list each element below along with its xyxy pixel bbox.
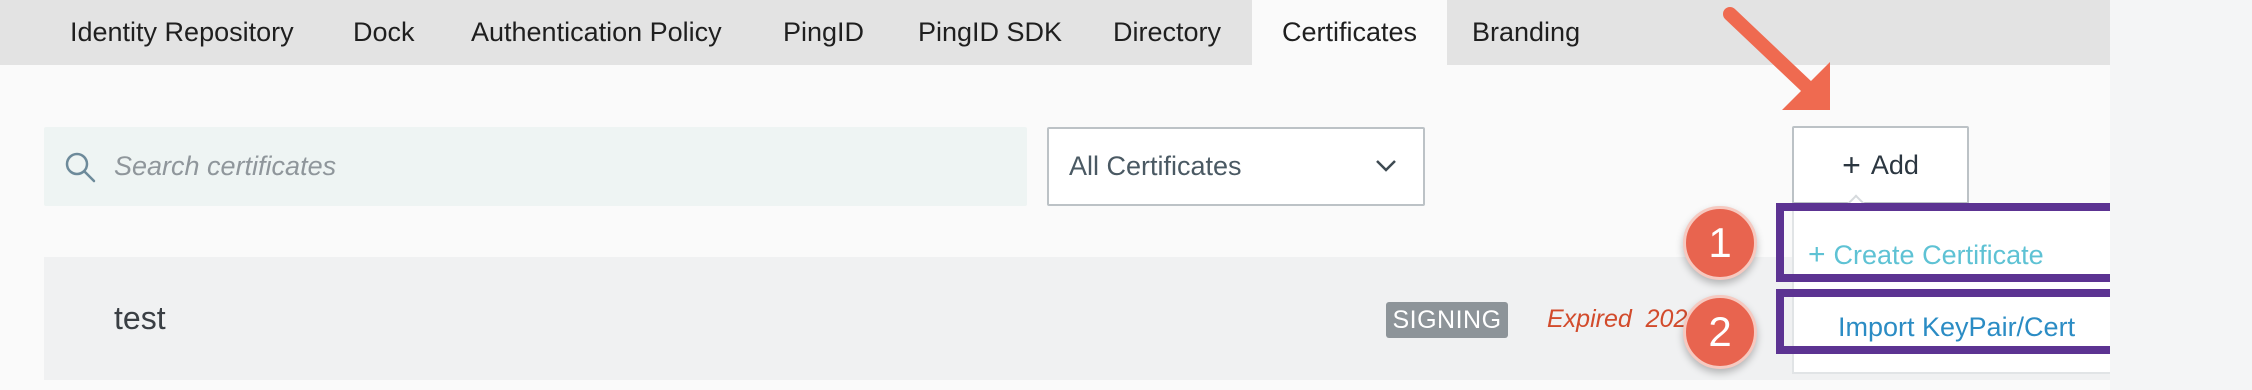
search-input[interactable]: [114, 127, 994, 206]
tab-pingid[interactable]: PingID: [783, 0, 864, 65]
plus-icon: +: [1808, 238, 1826, 271]
tab-branding[interactable]: Branding: [1472, 0, 1580, 65]
create-certificate-label: Create Certificate: [1833, 239, 2044, 270]
import-keypair-label: Import KeyPair/Cert: [1838, 311, 2076, 342]
certificate-type-badge: SIGNING: [1386, 302, 1508, 338]
plus-icon: +: [1842, 147, 1861, 183]
search-box: [44, 127, 1027, 206]
chevron-down-icon: [1376, 160, 1396, 172]
tab-certificates[interactable]: Certificates: [1252, 0, 1447, 65]
menu-item-create-certificate[interactable]: + Create Certificate: [1808, 227, 2044, 283]
menu-item-import-keypair[interactable]: Import KeyPair/Cert: [1838, 299, 2075, 355]
certificate-filter-select[interactable]: All Certificates: [1047, 127, 1425, 206]
callout-step-2: 2: [1683, 295, 1757, 369]
right-gutter: [2110, 0, 2252, 390]
callout-step-1: 1: [1683, 206, 1757, 280]
tab-authentication-policy[interactable]: Authentication Policy: [471, 0, 722, 65]
tab-dock[interactable]: Dock: [353, 0, 415, 65]
add-button-label: Add: [1870, 149, 1919, 180]
arrow-annotation-icon: [1723, 7, 1830, 110]
main-canvas: Identity Repository Dock Authentication …: [0, 0, 2220, 390]
search-icon: [65, 152, 96, 183]
tab-directory[interactable]: Directory: [1113, 0, 1221, 65]
certificate-name: test: [114, 300, 166, 336]
tab-identity-repository[interactable]: Identity Repository: [70, 0, 294, 65]
tab-pingid-sdk[interactable]: PingID SDK: [918, 0, 1062, 65]
add-button[interactable]: + Add: [1792, 126, 1969, 204]
certificate-filter-value: All Certificates: [1069, 151, 1242, 181]
